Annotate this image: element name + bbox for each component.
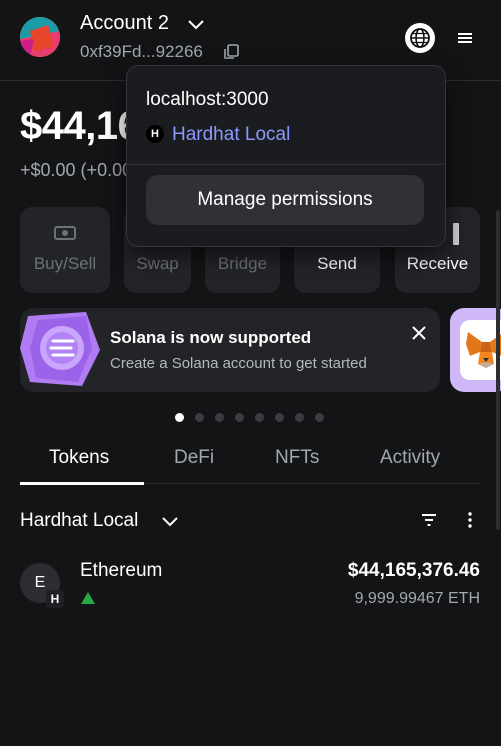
connected-network-link[interactable]: Hardhat Local bbox=[172, 124, 290, 146]
carousel-dot[interactable] bbox=[275, 413, 284, 422]
carousel-dot[interactable] bbox=[195, 413, 204, 422]
receive-icon bbox=[451, 221, 461, 252]
account-avatar[interactable] bbox=[20, 17, 60, 57]
tab-tokens[interactable]: Tokens bbox=[49, 447, 109, 469]
token-name: Ethereum bbox=[80, 560, 163, 581]
active-tab-indicator bbox=[20, 482, 144, 485]
copy-icon[interactable] bbox=[223, 44, 239, 65]
banner-subtitle: Create a Solana account to get started bbox=[110, 355, 367, 372]
bridge-label: Bridge bbox=[217, 254, 268, 273]
site-host: localhost:3000 bbox=[146, 89, 269, 110]
token-amount: 9,999.99467 ETH bbox=[354, 590, 480, 607]
account-name[interactable]: Account 2 bbox=[80, 12, 169, 35]
network-filter[interactable]: Hardhat Local bbox=[20, 510, 138, 532]
more-options-icon[interactable] bbox=[463, 511, 477, 534]
close-icon[interactable] bbox=[410, 324, 428, 342]
globe-icon bbox=[410, 28, 430, 48]
carousel-dot[interactable] bbox=[315, 413, 324, 422]
solana-banner[interactable] bbox=[20, 308, 440, 392]
chevron-down-icon[interactable] bbox=[161, 512, 179, 535]
swap-label: Swap bbox=[136, 254, 179, 273]
network-globe-button[interactable] bbox=[405, 23, 435, 53]
manage-permissions-button[interactable]: Manage permissions bbox=[146, 175, 424, 225]
popover-divider bbox=[127, 164, 444, 165]
send-label: Send bbox=[317, 254, 357, 273]
network-badge: H bbox=[46, 590, 64, 608]
account-address: 0xf39Fd...92266 bbox=[80, 42, 203, 61]
hardhat-network-icon: H bbox=[146, 125, 164, 143]
receive-label: Receive bbox=[406, 254, 469, 273]
carousel-dot[interactable] bbox=[175, 413, 184, 422]
carousel-dot[interactable] bbox=[215, 413, 224, 422]
menu-icon[interactable] bbox=[453, 26, 477, 50]
solana-icon bbox=[20, 312, 100, 386]
token-fiat-value: $44,165,376.46 bbox=[347, 560, 480, 581]
cash-icon bbox=[53, 223, 77, 248]
carousel-dot[interactable] bbox=[255, 413, 264, 422]
sort-filter-icon[interactable] bbox=[420, 511, 438, 534]
trend-up-icon bbox=[80, 591, 96, 610]
metamask-banner[interactable] bbox=[450, 308, 501, 392]
chevron-down-icon[interactable] bbox=[186, 14, 206, 39]
tab-nfts[interactable]: NFTs bbox=[275, 447, 319, 469]
carousel-dot[interactable] bbox=[235, 413, 244, 422]
buy-sell-label: Buy/Sell bbox=[33, 254, 97, 273]
tab-defi[interactable]: DeFi bbox=[174, 447, 214, 469]
fox-logo-tile bbox=[460, 320, 501, 380]
carousel-dot[interactable] bbox=[295, 413, 304, 422]
buy-sell-button[interactable]: Buy/Sell bbox=[20, 207, 110, 293]
scrollbar[interactable] bbox=[496, 210, 500, 530]
banner-title: Solana is now supported bbox=[110, 328, 312, 347]
tab-activity[interactable]: Activity bbox=[380, 447, 440, 469]
